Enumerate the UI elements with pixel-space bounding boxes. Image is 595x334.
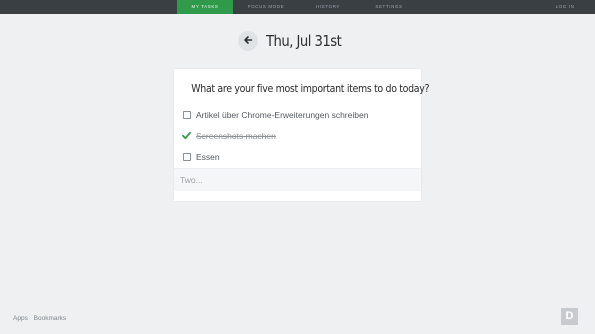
footer-links: Apps Bookmarks xyxy=(13,315,70,322)
task-checkbox[interactable] xyxy=(182,110,191,119)
checkbox-icon xyxy=(182,110,191,119)
app-logo-badge[interactable]: D xyxy=(561,308,578,325)
task-card: What are your five most important items … xyxy=(174,69,430,201)
task-text[interactable]: Artikel über Chrome-Erweiterungen schrei… xyxy=(196,110,368,120)
task-text[interactable]: Essen xyxy=(196,152,220,162)
task-checkbox[interactable] xyxy=(182,131,191,140)
new-task-row xyxy=(174,168,421,191)
checkbox-icon xyxy=(182,152,191,161)
date-header: Thu, Jul 31st xyxy=(238,30,352,52)
tab-my-tasks[interactable]: MY TASKS xyxy=(177,0,233,14)
bookmarks-link[interactable]: Bookmarks xyxy=(34,315,67,322)
task-text[interactable]: Screenshots machen xyxy=(196,131,276,141)
task-checkbox[interactable] xyxy=(182,152,191,161)
tab-focus-mode[interactable]: FOCUS MODE xyxy=(240,0,292,14)
tab-history[interactable]: HISTORY xyxy=(305,0,351,14)
login-link[interactable]: LOG IN xyxy=(548,0,582,14)
back-button[interactable] xyxy=(238,31,258,51)
task-item: Screenshots machen xyxy=(174,125,421,146)
task-item: Essen xyxy=(174,146,421,167)
task-item: Artikel über Chrome-Erweiterungen schrei… xyxy=(174,104,421,125)
apps-link[interactable]: Apps xyxy=(13,315,28,322)
tab-settings[interactable]: SETTINGS xyxy=(365,0,413,14)
new-task-input[interactable] xyxy=(178,169,412,191)
arrow-left-icon xyxy=(243,32,253,50)
card-title: What are your five most important items … xyxy=(191,82,430,95)
current-date: Thu, Jul 31st xyxy=(266,32,342,50)
top-nav-bar: MY TASKS FOCUS MODE HISTORY SETTINGS LOG… xyxy=(0,0,595,14)
checkmark-icon xyxy=(182,127,191,145)
